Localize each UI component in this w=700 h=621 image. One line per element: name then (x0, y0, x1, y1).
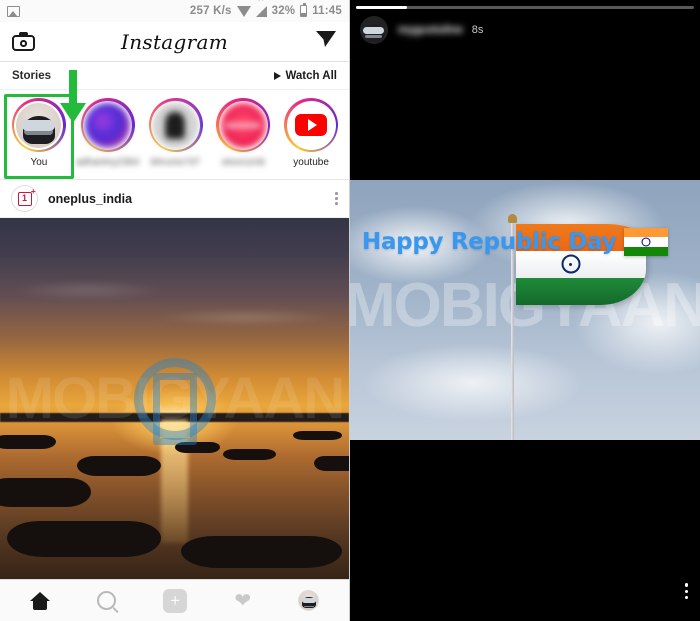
story-ring (216, 98, 271, 152)
three-dots-vertical-icon[interactable] (335, 192, 338, 205)
avatar[interactable]: 1 (11, 185, 38, 212)
signal-icon (255, 0, 267, 17)
stories-bar: Stories Watch All (0, 62, 349, 90)
story-label: You (30, 157, 48, 168)
watch-all-button[interactable]: Watch All (274, 70, 337, 82)
gallery-icon (7, 5, 20, 17)
story-media-image: MOBIGYAAN Happy Republic Day (350, 180, 700, 440)
story-ring (80, 98, 135, 152)
story-label: adhantny2364 (76, 157, 140, 168)
avatar (16, 102, 62, 148)
story-header: mygustuline 8s (360, 14, 690, 46)
avatar (153, 102, 198, 148)
story-ring (284, 98, 339, 152)
avatar (220, 102, 266, 148)
post-header: 1 oneplus_india (0, 180, 349, 218)
story-item-youtube[interactable]: youtube (277, 94, 345, 168)
avatar[interactable] (360, 16, 388, 44)
story-item-3[interactable]: stoorzznb (209, 94, 277, 168)
watch-all-label: Watch All (285, 69, 337, 82)
story-greeting: Happy Republic Day (362, 228, 669, 256)
story-username[interactable]: mygustuline (398, 24, 463, 36)
youtube-logo-icon (288, 102, 334, 148)
story-label: bhrunix747 (150, 157, 201, 168)
status-bar: 257 K/s 32% 11:45 (0, 0, 349, 22)
story-ring (148, 98, 203, 152)
story-timestamp: 8s (471, 24, 484, 36)
bottom-navigation-bar: + ❤ (0, 579, 349, 621)
watermark: MOBIGYAAN (350, 271, 700, 340)
search-icon[interactable] (96, 591, 116, 610)
stories-label: Stories (12, 69, 51, 82)
plus-icon[interactable]: + (163, 588, 188, 613)
clock-text: 11:45 (312, 5, 342, 17)
story-item-2[interactable]: bhrunix747 (142, 94, 210, 168)
heart-icon[interactable]: ❤ (234, 591, 251, 611)
profile-avatar-icon[interactable] (298, 590, 320, 611)
story-viewer-panel[interactable]: mygustuline 8s MOBIGYAAN Happy Republic … (350, 0, 700, 621)
post-image[interactable]: MOBIGYAAN (0, 218, 349, 579)
dual-panel-screenshot: 257 K/s 32% 11:45 Instagram Stories (0, 0, 700, 621)
camera-icon[interactable] (12, 32, 35, 51)
play-triangle-icon (274, 71, 282, 80)
ashoka-chakra-icon (561, 254, 581, 274)
story-label: stoorzznb (221, 157, 265, 168)
instagram-feed-panel: 257 K/s 32% 11:45 Instagram Stories (0, 0, 350, 621)
status-bar-left (7, 5, 20, 17)
network-speed-text: 257 K/s (189, 5, 232, 17)
green-down-arrow-annotation (58, 70, 88, 131)
story-progress-bar (356, 6, 694, 9)
oneplus-logo-icon: 1 (17, 188, 35, 206)
story-progress-fill (356, 6, 407, 9)
post-username[interactable]: oneplus_india (48, 192, 132, 206)
status-bar-right: 257 K/s 32% 11:45 (189, 0, 342, 17)
page-title: Instagram (121, 29, 228, 54)
wifi-icon (236, 5, 251, 17)
india-flag-emoji-icon (624, 228, 669, 256)
story-label: youtube (293, 157, 329, 168)
battery-percent-text: 32% (271, 5, 296, 17)
avatar (85, 102, 131, 148)
instagram-app-header: Instagram (0, 22, 349, 62)
greeting-text: Happy Republic Day (362, 229, 617, 255)
battery-icon (300, 3, 308, 17)
home-icon[interactable] (29, 591, 50, 610)
stories-tray: You adhantny2364 bhrunix747 stoorzznb yo… (0, 70, 349, 180)
send-paper-plane-icon[interactable] (315, 29, 337, 54)
three-dots-vertical-icon[interactable] (684, 583, 688, 599)
